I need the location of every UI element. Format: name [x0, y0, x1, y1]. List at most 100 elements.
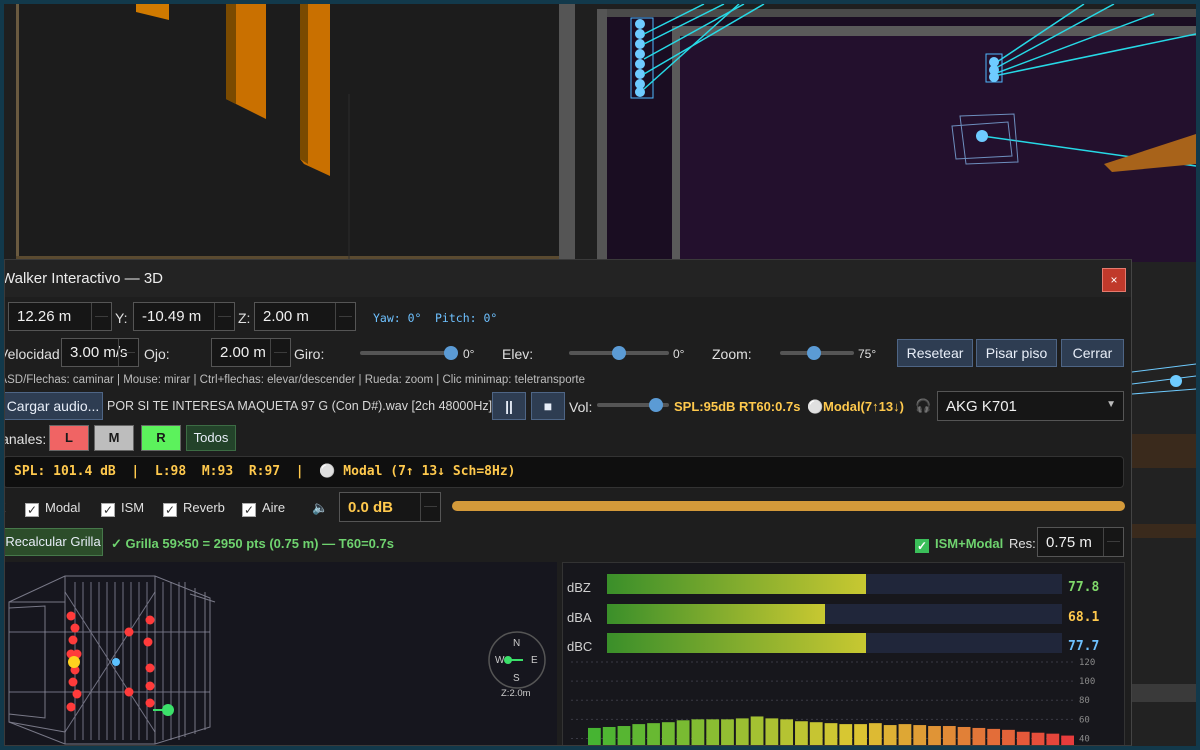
- turn-slider-knob[interactable]: [444, 346, 458, 360]
- channel-right-button[interactable]: R: [141, 425, 181, 451]
- stop-button[interactable]: ■: [531, 392, 565, 420]
- turn-value: 0°: [463, 347, 475, 361]
- spectrum-band-bar: [691, 719, 705, 745]
- headphones-icon: 🎧: [915, 398, 932, 413]
- status-left: L:98: [154, 464, 187, 479]
- air-checkbox[interactable]: ✓ Aire: [242, 500, 285, 517]
- x-position-field[interactable]: 12.26 m: [8, 302, 112, 331]
- speed-field[interactable]: 3.00 m/s: [61, 338, 139, 367]
- close-icon[interactable]: ×: [1102, 268, 1126, 292]
- y-position-field[interactable]: -10.49 m: [133, 302, 235, 331]
- spectrum-band-bar: [632, 724, 646, 745]
- spin-arrows-icon[interactable]: [91, 303, 111, 330]
- all-channels-button[interactable]: Todos: [186, 425, 236, 451]
- close-button[interactable]: Cerrar: [1061, 339, 1124, 367]
- compass-north: N: [513, 638, 521, 649]
- zoom-label: Zoom:: [712, 346, 752, 362]
- pitch-readout: Pitch: 0°: [435, 311, 498, 325]
- gain-field[interactable]: 0.0 dB: [339, 492, 441, 522]
- ism-modal-checkbox[interactable]: ✓ ISM+Modal: [915, 536, 1003, 553]
- volume-label: Vol:: [569, 399, 593, 415]
- spectrum-axis-tick: 80: [1079, 696, 1090, 706]
- eye-height-field[interactable]: 2.00 m: [211, 338, 291, 367]
- spin-arrows-icon[interactable]: [270, 339, 290, 366]
- minimap-drawing: [8, 575, 546, 745]
- elev-slider-knob[interactable]: [612, 346, 626, 360]
- status-right: R:97: [248, 464, 281, 479]
- yaw-readout: Yaw: 0°: [373, 311, 422, 325]
- spin-arrows-icon[interactable]: [335, 303, 355, 330]
- spectrum-band-bar: [883, 725, 897, 745]
- channel-left-button[interactable]: L: [49, 425, 89, 451]
- window-title: Walker Interactivo — 3D: [4, 270, 163, 287]
- spectrum-axis-tick: 100: [1079, 677, 1095, 687]
- zoom-slider-knob[interactable]: [807, 346, 821, 360]
- meter-fill-dbc: [607, 633, 867, 653]
- reset-button[interactable]: Resetear: [897, 339, 973, 367]
- meter-value-dbc: 77.7: [1068, 639, 1100, 654]
- level-meters: dBZ 77.8 dBA 68.1 dBC 77.7 120 100 80 60 40: [562, 562, 1125, 745]
- check-icon[interactable]: ✓: [915, 539, 929, 553]
- step-floor-button[interactable]: Pisar piso: [976, 339, 1057, 367]
- meter-value-dbz: 77.8: [1068, 580, 1100, 595]
- spectrum-band-bar: [868, 723, 882, 745]
- minimap[interactable]: N S E W Z:2.0m: [5, 562, 557, 745]
- resolution-value: 0.75 m: [1046, 534, 1092, 551]
- spectrum-band-bar: [647, 723, 660, 745]
- volume-slider-knob[interactable]: [649, 398, 664, 412]
- title-bar[interactable]: Walker Interactivo — 3D ×: [5, 260, 1131, 297]
- walker-panel: Walker Interactivo — 3D × 12.26 m Y: -10…: [4, 259, 1132, 746]
- spin-arrows-icon[interactable]: [214, 303, 234, 330]
- compass-height: Z:2.0m: [501, 688, 531, 699]
- modal-readout: Modal(7↑13↓): [823, 399, 904, 414]
- check-icon[interactable]: ✓: [101, 503, 115, 517]
- check-icon[interactable]: ✓: [25, 503, 39, 517]
- modal-dot-icon: ⚪: [319, 464, 336, 479]
- recalculate-grid-button[interactable]: Recalcular Grilla: [5, 528, 103, 556]
- volume-slider[interactable]: [597, 398, 669, 412]
- resolution-label: Res:: [1009, 536, 1036, 551]
- zoom-slider[interactable]: [780, 346, 854, 360]
- spectrum-axis-tick: 120: [1079, 658, 1095, 668]
- spectrum-band-bar: [898, 724, 912, 745]
- z-position-field[interactable]: 2.00 m: [254, 302, 356, 331]
- modal-checkbox[interactable]: ✓ Modal: [25, 500, 80, 517]
- headphone-select[interactable]: AKG K701 ▼: [937, 391, 1124, 421]
- meter-track-dbz: [607, 574, 1062, 594]
- gain-value: 0.0 dB: [348, 499, 394, 516]
- turn-slider[interactable]: [360, 346, 458, 360]
- speed-label: Velocidad:: [4, 346, 64, 362]
- spin-arrows-icon[interactable]: [420, 493, 440, 521]
- channel-mid-button[interactable]: M: [94, 425, 134, 451]
- check-icon[interactable]: ✓: [163, 503, 177, 517]
- spl-readout: SPL:95dB RT60:0.7s: [674, 399, 801, 414]
- reverb-checkbox[interactable]: ✓ Reverb: [163, 500, 225, 517]
- spectrum-band-bar: [942, 726, 956, 745]
- meter-label-dba: dBA: [567, 610, 592, 625]
- resolution-field[interactable]: 0.75 m: [1037, 527, 1124, 557]
- spin-arrows-icon[interactable]: [118, 339, 138, 366]
- status-spl: SPL: 101.4 dB: [14, 464, 116, 479]
- pause-button[interactable]: ||: [492, 392, 526, 420]
- status-sep: |: [295, 464, 304, 479]
- spectrum-band-bar: [602, 726, 616, 745]
- spectrum-band-bar: [809, 722, 823, 745]
- spectrum-band-bar: [987, 728, 1001, 745]
- check-icon[interactable]: ✓: [242, 503, 256, 517]
- load-audio-button[interactable]: Cargar audio...: [5, 392, 103, 420]
- status-modal: Modal (7↑ 13↓ Sch=8Hz): [343, 464, 516, 479]
- elev-slider[interactable]: [569, 346, 669, 360]
- compass-east: E: [531, 655, 538, 666]
- spectrum-band-bar: [676, 720, 690, 745]
- meter-fill-dba: [607, 604, 826, 624]
- y-position-value: -10.49 m: [142, 308, 202, 325]
- ism-checkbox[interactable]: ✓ ISM: [101, 500, 144, 517]
- spectrum-band-bar: [721, 719, 734, 745]
- channels-label: Canales:: [5, 431, 47, 447]
- meter-fill-dbz: [607, 574, 867, 594]
- headphone-model: AKG K701: [946, 398, 1017, 415]
- z-label: Z:: [238, 310, 251, 326]
- spectrum-band-bar: [854, 724, 867, 745]
- compass-west: W: [495, 655, 505, 666]
- spin-arrows-icon[interactable]: [1103, 528, 1123, 556]
